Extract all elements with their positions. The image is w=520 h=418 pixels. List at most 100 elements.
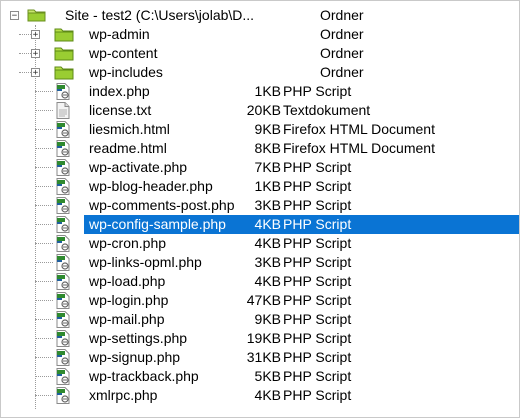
file-size: 3KB	[254, 254, 281, 270]
tree-file-row[interactable]: wp-trackback.php 5KB PHP Script	[1, 367, 519, 386]
tree-file-row[interactable]: wp-links-opml.php 3KB PHP Script	[1, 253, 519, 272]
collapse-toggle[interactable]: −	[10, 11, 19, 21]
php-file-icon	[55, 159, 71, 179]
tree-connector-line	[35, 205, 53, 206]
tree-file-label: wp-links-opml.php	[89, 254, 202, 270]
file-size: 20KB	[246, 102, 281, 118]
tree-folder-type: Ordner	[320, 26, 364, 42]
tree-file-label: wp-mail.php	[89, 311, 165, 327]
file-type: PHP Script	[283, 178, 352, 194]
file-size: 9KB	[254, 121, 281, 137]
tree-file-label: wp-activate.php	[89, 159, 188, 175]
tree-file-row[interactable]: wp-cron.php 4KB PHP Script	[1, 234, 519, 253]
file-type: PHP Script	[283, 235, 352, 251]
file-tree-panel: − Site - test2 (C:\Users\jolab\D... Ordn…	[0, 0, 520, 418]
tree-connector-line	[35, 319, 53, 320]
file-type: Textdokument	[283, 102, 371, 118]
tree-file-row[interactable]: wp-signup.php 31KB PHP Script	[1, 348, 519, 367]
file-type: Firefox HTML Document	[283, 121, 435, 137]
tree-file-label: license.txt	[89, 102, 152, 118]
tree-folder-row[interactable]: + wp-content Ordner	[1, 44, 519, 63]
php-file-icon	[55, 216, 71, 236]
tree-connector-line	[35, 357, 53, 358]
file-size: 47KB	[246, 292, 281, 308]
php-file-icon	[55, 292, 71, 312]
tree-file-row[interactable]: license.txt 20KB Textdokument	[1, 101, 519, 120]
open-folder-icon	[27, 9, 46, 22]
tree-file-label: wp-signup.php	[89, 349, 181, 365]
tree-file-label: xmlrpc.php	[89, 387, 158, 403]
file-size: 5KB	[254, 368, 281, 384]
php-file-icon	[55, 330, 71, 350]
file-type: PHP Script	[283, 216, 352, 232]
php-file-icon	[55, 368, 71, 388]
tree-connector-line	[35, 395, 53, 396]
file-type: PHP Script	[283, 330, 352, 346]
tree-file-row[interactable]: wp-comments-post.php 3KB PHP Script	[1, 196, 519, 215]
tree-file-row[interactable]: wp-config-sample.php 4KB PHP Script	[1, 215, 519, 234]
file-size: 9KB	[254, 311, 281, 327]
folder-icon	[54, 26, 74, 45]
tree-connector-line	[35, 224, 53, 225]
tree-file-row[interactable]: liesmich.html 9KB Firefox HTML Document	[1, 120, 519, 139]
php-file-icon	[55, 273, 71, 293]
file-size: 1KB	[254, 178, 281, 194]
tree-root-type: Ordner	[320, 7, 364, 23]
tree-file-label: wp-login.php	[89, 292, 169, 308]
tree-file-label: index.php	[89, 83, 150, 99]
tree-file-row[interactable]: wp-settings.php 19KB PHP Script	[1, 329, 519, 348]
tree-file-row[interactable]: wp-load.php 4KB PHP Script	[1, 272, 519, 291]
php-file-icon	[55, 349, 71, 369]
file-type: PHP Script	[283, 292, 352, 308]
file-type: PHP Script	[283, 311, 352, 327]
tree-folder-row[interactable]: + wp-includes Ordner	[1, 63, 519, 82]
file-type: PHP Script	[283, 273, 352, 289]
tree-connector-line	[35, 300, 53, 301]
html-file-icon	[55, 140, 71, 160]
tree-file-row[interactable]: index.php 1KB PHP Script	[1, 82, 519, 101]
tree-file-label: wp-load.php	[89, 273, 166, 289]
text-file-icon	[55, 102, 71, 122]
tree-connector-line	[35, 376, 53, 377]
file-type: PHP Script	[283, 83, 352, 99]
file-size: 3KB	[254, 197, 281, 213]
tree-file-label: wp-comments-post.php	[89, 197, 235, 213]
tree-connector-line	[35, 167, 53, 168]
tree-connector-line	[35, 338, 53, 339]
tree-connector-line	[35, 262, 53, 263]
file-size: 31KB	[246, 349, 281, 365]
tree-file-row[interactable]: wp-mail.php 9KB PHP Script	[1, 310, 519, 329]
expand-toggle[interactable]: +	[31, 30, 40, 40]
tree-connector-line	[35, 186, 53, 187]
tree-root-label: Site - test2 (C:\Users\jolab\D...	[65, 7, 255, 23]
tree-file-label: wp-blog-header.php	[89, 178, 213, 194]
tree-file-label: readme.html	[89, 140, 167, 156]
file-type: Firefox HTML Document	[283, 140, 435, 156]
tree-file-row[interactable]: wp-blog-header.php 1KB PHP Script	[1, 177, 519, 196]
tree-connector-line	[35, 91, 53, 92]
tree-folder-type: Ordner	[320, 64, 364, 80]
file-size: 4KB	[254, 235, 281, 251]
expand-toggle[interactable]: +	[31, 49, 40, 59]
php-file-icon	[55, 235, 71, 255]
tree-folder-label: wp-content	[89, 45, 158, 61]
tree-file-row[interactable]: wp-login.php 47KB PHP Script	[1, 291, 519, 310]
expand-toggle[interactable]: +	[31, 68, 40, 78]
file-size: 1KB	[254, 83, 281, 99]
file-size: 8KB	[254, 140, 281, 156]
tree-folder-row[interactable]: + wp-admin Ordner	[1, 25, 519, 44]
tree-connector-line	[35, 110, 53, 111]
file-type: PHP Script	[283, 387, 352, 403]
tree-folder-type: Ordner	[320, 45, 364, 61]
file-size: 4KB	[254, 387, 281, 403]
file-size: 19KB	[246, 330, 281, 346]
file-type: PHP Script	[283, 368, 352, 384]
file-type: PHP Script	[283, 349, 352, 365]
file-size: 4KB	[254, 273, 281, 289]
tree-file-row[interactable]: readme.html 8KB Firefox HTML Document	[1, 139, 519, 158]
tree-file-row[interactable]: wp-activate.php 7KB PHP Script	[1, 158, 519, 177]
file-type: PHP Script	[283, 254, 352, 270]
tree-root-row[interactable]: − Site - test2 (C:\Users\jolab\D... Ordn…	[1, 6, 519, 25]
tree-connector-line	[35, 243, 53, 244]
tree-file-row[interactable]: xmlrpc.php 4KB PHP Script	[1, 386, 519, 405]
